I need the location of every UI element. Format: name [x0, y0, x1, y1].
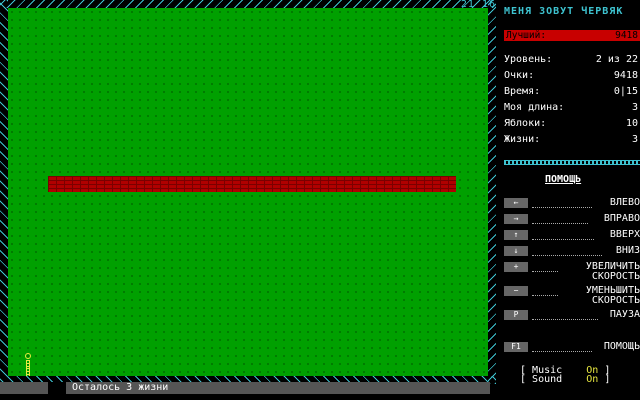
key-right: → — [504, 214, 528, 224]
help-action-down: ВНИЗ — [615, 245, 640, 256]
cursor-coords: 21 16 — [460, 0, 496, 10]
stat-label: Яблоки: — [504, 118, 547, 129]
help-action-right: ВПРАВО — [603, 213, 640, 224]
stat-length: Моя длина: 3 — [504, 102, 638, 114]
worm-body-segment — [26, 360, 30, 368]
key-down: ↓ — [504, 246, 528, 256]
stat-value: 10 — [625, 118, 638, 129]
worm-head — [25, 353, 31, 359]
play-field-frame — [0, 0, 496, 386]
key-plus: + — [504, 262, 528, 272]
sound-label: Sound — [532, 374, 563, 385]
stat-value: 0|15 — [613, 86, 638, 97]
help-action-slower: УМЕНЬШИТЬ СКОРОСТЬ — [585, 285, 640, 306]
stat-value: 3 — [631, 102, 638, 113]
sound-value: On — [586, 374, 599, 385]
stat-label: Моя длина: — [504, 102, 565, 113]
stat-value: 9418 — [613, 70, 638, 81]
best-score-label: Лучший: — [506, 30, 547, 41]
help-dots — [532, 286, 558, 296]
key-up: ↑ — [504, 230, 528, 240]
stat-score: Очки: 9418 — [504, 70, 638, 82]
panel-divider — [504, 160, 640, 165]
stat-label: Уровень: — [504, 54, 553, 65]
field-border-right — [488, 0, 496, 384]
status-message: Осталось 3 жизни — [72, 382, 169, 393]
stat-label: Жизни: — [504, 134, 541, 145]
status-bar-gap — [48, 382, 66, 394]
help-title: ПОМОЩЬ — [545, 174, 582, 185]
stat-apples: Яблоки: 10 — [504, 118, 638, 130]
help-action-pause: ПАУЗА — [609, 309, 640, 320]
stat-level: Уровень: 2 из 22 — [504, 54, 638, 66]
sound-toggle[interactable]: [ Sound On ] — [520, 375, 610, 385]
stat-value: 3 — [631, 134, 638, 145]
best-score-bar: Лучший: 9418 — [504, 30, 640, 41]
stat-value: 2 из 22 — [595, 54, 638, 65]
help-action-left: ВЛЕВО — [609, 197, 640, 208]
side-panel: МЕНЯ ЗОВУТ ЧЕРВЯК Лучший: 9418 Уровень: … — [496, 0, 640, 400]
help-action-help: ПОМОЩЬ — [603, 341, 640, 352]
field-border-top — [0, 0, 496, 8]
brick-wall — [48, 176, 456, 192]
key-left: ← — [504, 198, 528, 208]
field-border-left — [0, 0, 8, 384]
help-action-faster: УВЕЛИЧИТЬ СКОРОСТЬ — [585, 261, 640, 282]
key-p: P — [504, 310, 528, 320]
stat-label: Очки: — [504, 70, 535, 81]
worm-body-segment — [26, 368, 30, 376]
key-f1: F1 — [504, 342, 528, 352]
stat-lives: Жизни: 3 — [504, 134, 638, 146]
stat-time: Время: 0|15 — [504, 86, 638, 98]
best-score-value: 9418 — [615, 30, 638, 41]
play-field[interactable] — [8, 8, 488, 376]
stat-label: Время: — [504, 86, 541, 97]
help-action-up: ВВЕРХ — [609, 229, 640, 240]
key-minus: − — [504, 286, 528, 296]
game-title: МЕНЯ ЗОВУТ ЧЕРВЯК — [504, 6, 624, 17]
help-dots — [532, 262, 558, 272]
